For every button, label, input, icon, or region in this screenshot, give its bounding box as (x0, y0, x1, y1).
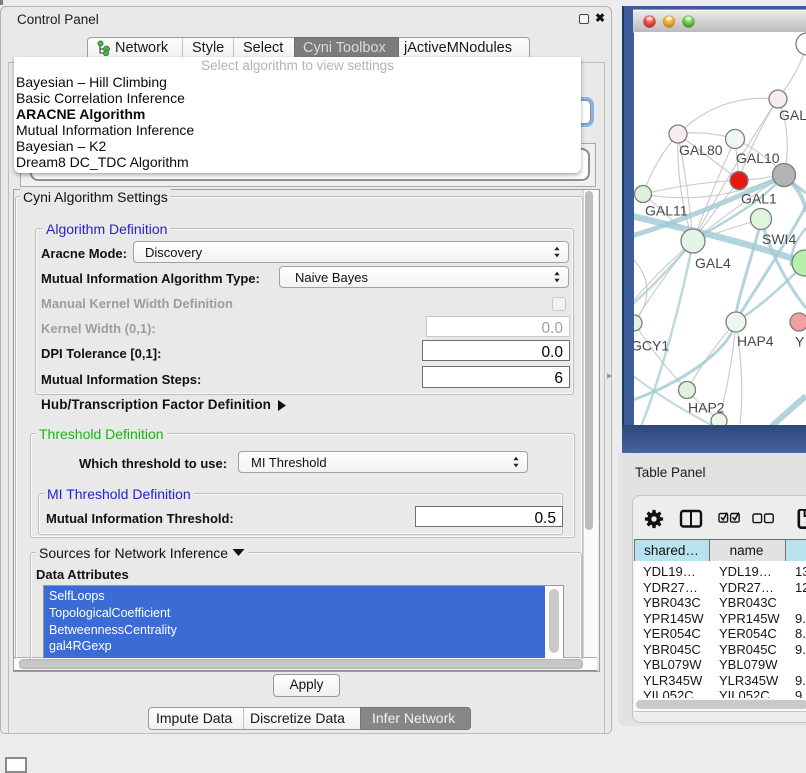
svg-text:GAL11: GAL11 (645, 203, 688, 219)
svg-text:HAP4: HAP4 (737, 333, 774, 349)
svg-text:GAL1: GAL1 (741, 191, 777, 207)
svg-text:GAL80: GAL80 (679, 142, 723, 158)
svg-text:GAL10: GAL10 (736, 150, 780, 166)
svg-text:HAP2: HAP2 (688, 400, 725, 416)
svg-text:GAL2: GAL2 (779, 107, 806, 123)
svg-text:SWI4: SWI4 (762, 231, 796, 247)
svg-text:GCY1: GCY1 (634, 338, 669, 354)
svg-text:GAL4: GAL4 (695, 255, 731, 271)
svg-text:Y: Y (795, 334, 805, 350)
